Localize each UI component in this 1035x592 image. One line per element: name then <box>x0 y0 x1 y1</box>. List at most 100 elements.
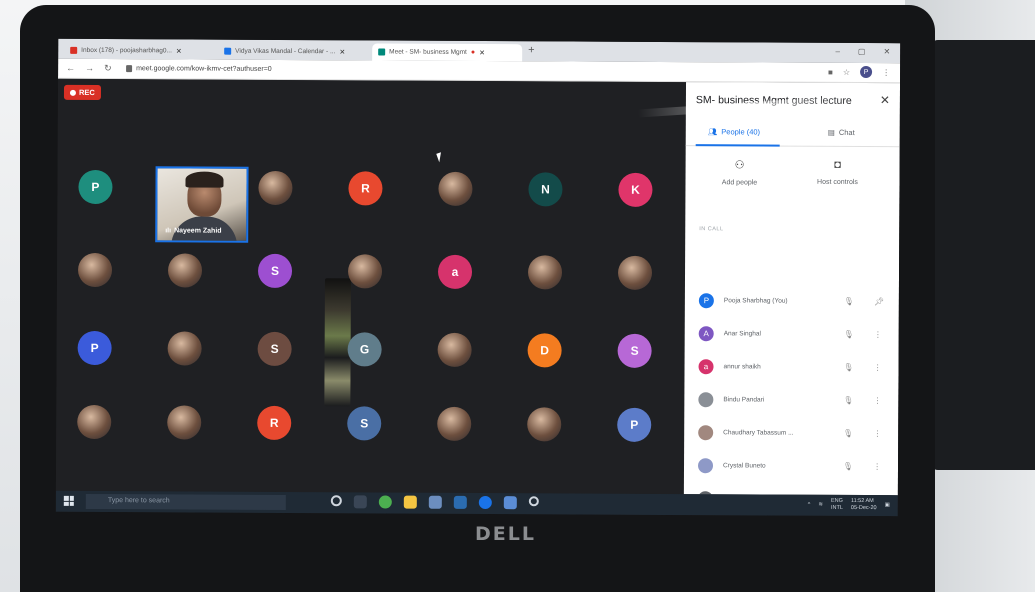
close-icon[interactable]: ✕ <box>339 48 345 56</box>
participant-tile[interactable] <box>527 255 563 290</box>
participant-tile[interactable] <box>167 405 202 440</box>
maximize-icon[interactable]: ▢ <box>858 47 866 56</box>
participant-tile[interactable]: P <box>617 407 652 442</box>
mic-muted-icon[interactable]: 🎙︎ <box>844 362 854 371</box>
add-people-label: Add people <box>721 179 758 187</box>
participant-tile[interactable]: P <box>78 169 113 205</box>
mic-muted-icon[interactable]: 🎙︎ <box>843 461 853 470</box>
participant-tile[interactable] <box>438 171 473 206</box>
app-icon[interactable] <box>503 496 517 510</box>
participant-row[interactable]: a annur shaikh 🎙︎ ⋮ <box>698 356 888 377</box>
mic-muted-icon[interactable]: 🎙︎ <box>843 395 853 404</box>
participant-tile[interactable] <box>77 252 113 288</box>
bookmark-star-icon[interactable]: ☆ <box>843 67 850 76</box>
tab-people-label: People (40) <box>721 127 761 137</box>
speaker-video-tile[interactable]: ıIı Nayeem Zahid <box>155 166 249 243</box>
tab-meet[interactable]: Meet - SM- business Mgmt ● ✕ <box>372 43 523 62</box>
participant-tile[interactable]: a <box>437 254 473 289</box>
close-window-icon[interactable]: ✕ <box>883 47 890 56</box>
participant-tile[interactable]: P <box>77 330 112 366</box>
more-options-icon[interactable]: ⋮ <box>874 330 882 339</box>
participant-tile[interactable] <box>617 255 653 290</box>
more-options-icon[interactable]: ⋮ <box>874 363 882 372</box>
participant-tile[interactable]: S <box>257 331 292 367</box>
add-person-icon: ⚇ <box>734 159 745 172</box>
panel-tabs: 👥︎ People (40) ▤ Chat <box>685 120 900 148</box>
back-icon[interactable]: ← <box>66 63 75 74</box>
participant-tile[interactable]: S <box>257 253 293 289</box>
taskbar-search[interactable]: Type here to search <box>85 493 286 510</box>
add-people-button[interactable]: ⚇ Add people <box>699 158 779 186</box>
network-icon[interactable]: ≋ <box>818 502 823 508</box>
participant-tile[interactable]: K <box>618 172 653 207</box>
taskbar-apps <box>330 495 539 510</box>
more-options-icon[interactable]: ⋮ <box>873 462 881 471</box>
participant-tile[interactable] <box>347 254 383 289</box>
cortana-icon[interactable] <box>330 495 342 507</box>
avatar: A <box>698 325 714 341</box>
participant-tile[interactable] <box>167 331 202 366</box>
tab-gmail[interactable]: Inbox (178) - poojasharbhag0... ✕ <box>64 42 214 60</box>
reload-icon[interactable]: ↻ <box>104 63 112 74</box>
participant-name: Crystal Buneto <box>723 461 766 470</box>
close-icon[interactable]: ✕ <box>176 47 182 55</box>
people-icon: 👥︎ <box>707 127 718 137</box>
tab-people[interactable]: 👥︎ People (40) <box>708 127 760 136</box>
mic-muted-icon[interactable]: 🎙︎ <box>844 296 854 305</box>
windows-start-icon[interactable] <box>63 495 74 506</box>
participant-row[interactable]: A Anar Singhal 🎙︎ ⋮ <box>698 323 889 344</box>
mic-muted-icon[interactable]: 🎙︎ <box>843 428 853 437</box>
tab-calendar[interactable]: Vidya Vikas Mandal - Calendar - ... ✕ <box>218 43 368 61</box>
participant-tile[interactable]: N <box>528 172 563 207</box>
host-controls-button[interactable]: ◘ Host controls <box>797 159 877 186</box>
minimize-icon[interactable]: – <box>835 47 840 56</box>
clock[interactable]: 11:52 AM 05-Dec-20 <box>851 498 877 512</box>
participant-row[interactable]: Crystal Buneto 🎙︎ ⋮ <box>697 455 888 476</box>
record-icon <box>69 89 76 96</box>
tab-chat[interactable]: ▤ Chat <box>828 128 855 137</box>
host-controls-label: Host controls <box>817 178 858 186</box>
chrome-icon[interactable] <box>378 495 392 509</box>
profile-avatar[interactable]: P <box>860 65 873 79</box>
chrome-active-icon[interactable] <box>478 496 492 510</box>
participant-tile[interactable] <box>77 404 112 440</box>
mic-muted-icon[interactable]: 🎙︎ <box>844 329 854 338</box>
more-options-icon[interactable]: ⋮ <box>873 429 881 438</box>
participant-tile[interactable] <box>437 332 472 367</box>
tab-label: Vidya Vikas Mandal - Calendar - ... <box>235 47 336 56</box>
participant-row[interactable]: Bindu Pandari 🎙︎ ⋮ <box>698 389 888 410</box>
participant-tile[interactable]: D <box>527 333 562 368</box>
participant-tile[interactable] <box>258 170 293 206</box>
file-explorer-icon[interactable] <box>403 495 417 509</box>
tray-arrow-icon[interactable]: ^ <box>808 502 811 508</box>
participant-row[interactable]: Chaudhary Tabassum ... 🎙︎ ⋮ <box>698 422 888 443</box>
camera-icon[interactable]: ■ <box>828 67 833 76</box>
edge-icon[interactable] <box>453 495 467 509</box>
pin-icon[interactable]: 📌︎ <box>874 297 884 306</box>
participant-tile[interactable]: G <box>347 332 382 367</box>
laptop-screen: Inbox (178) - poojasharbhag0... ✕ Vidya … <box>55 38 901 517</box>
url-text[interactable]: meet.google.com/kow-ikmv-cet?authuser=0 <box>136 65 272 73</box>
participant-tile[interactable]: R <box>257 405 292 441</box>
video-tile-cropped[interactable] <box>324 278 351 407</box>
forward-icon[interactable]: → <box>85 63 94 74</box>
close-icon[interactable]: ✕ <box>479 49 485 57</box>
participant-tile[interactable] <box>527 407 562 442</box>
participant-tile[interactable]: S <box>347 406 382 441</box>
app-circle-icon[interactable] <box>528 496 539 507</box>
store-icon[interactable] <box>428 495 442 509</box>
participant-tile[interactable]: S <box>617 333 652 368</box>
participant-tile[interactable] <box>437 406 472 441</box>
participant-tile[interactable] <box>167 253 203 288</box>
participant-row[interactable]: P Pooja Sharbhag (You) 🎙︎ 📌︎ <box>698 290 889 311</box>
close-panel-icon[interactable]: ✕ <box>880 93 890 107</box>
task-view-icon[interactable] <box>353 495 367 509</box>
participant-tile[interactable]: R <box>348 171 383 206</box>
language-indicator[interactable]: ENG INTL <box>831 498 843 512</box>
menu-dots-icon[interactable]: ⋮ <box>882 68 890 77</box>
speaker-label: ıIı Nayeem Zahid <box>165 227 221 234</box>
participant-name: Bindu Pandari <box>723 395 765 404</box>
more-options-icon[interactable]: ⋮ <box>873 396 881 405</box>
notifications-icon[interactable]: ▣ <box>885 502 890 508</box>
new-tab-icon[interactable]: + <box>528 44 535 56</box>
